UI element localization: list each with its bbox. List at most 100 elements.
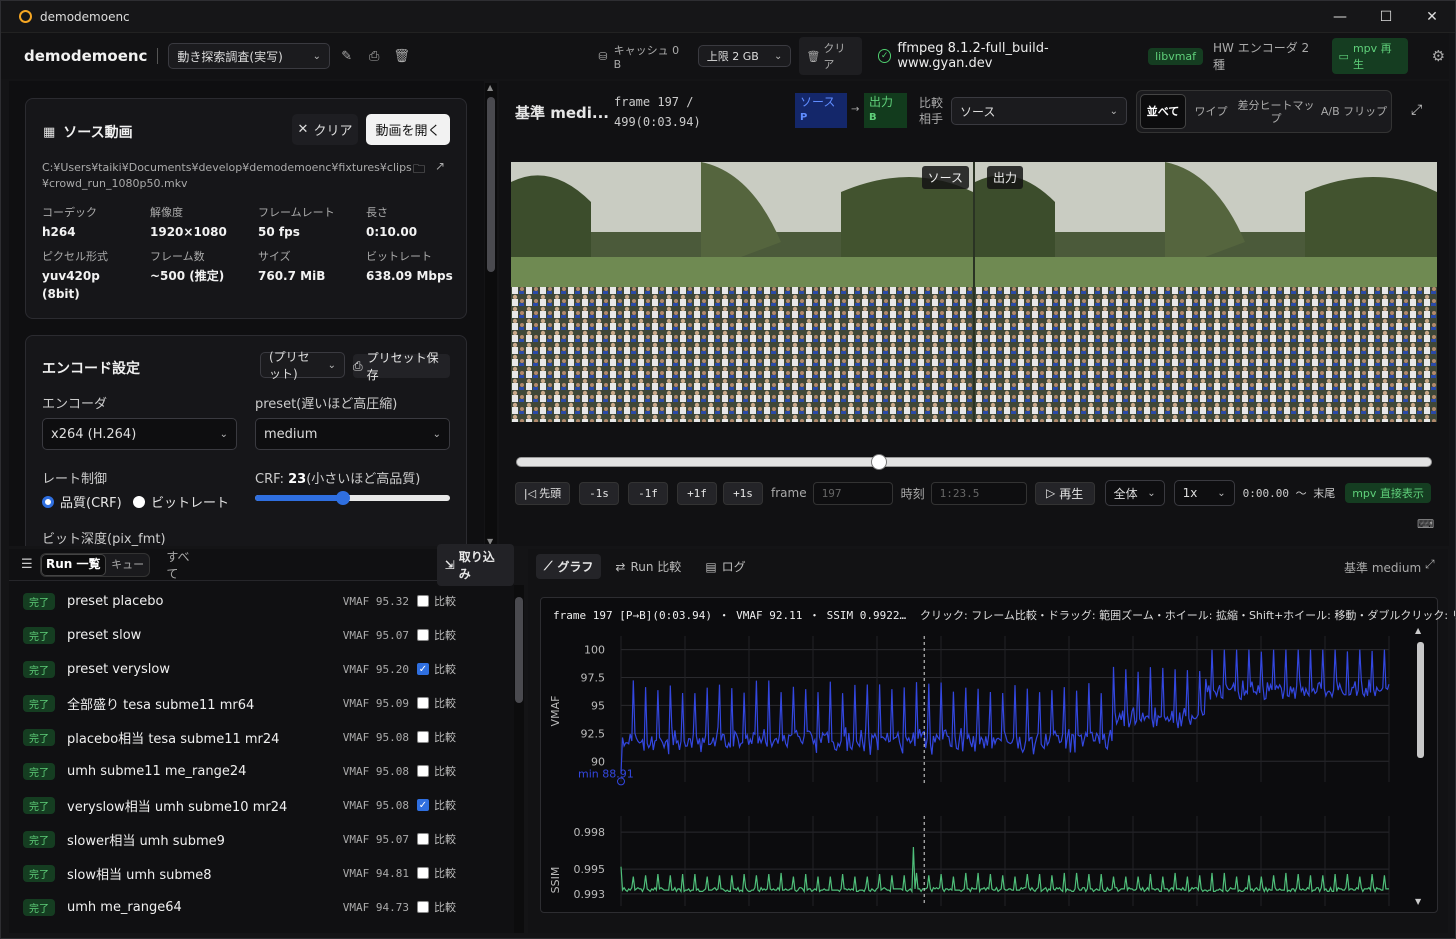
compare-checkbox[interactable] (417, 867, 429, 879)
filter-all[interactable]: すべて (166, 548, 200, 582)
cache-limit-select[interactable]: 上限 2 GB ⌄ (697, 45, 792, 67)
compare-checkbox[interactable] (417, 595, 429, 607)
crf-slider[interactable] (255, 491, 450, 505)
metrics-chart-card[interactable]: frame 197 [P→B](0:03.94) ・ VMAF 92.11 ・ … (540, 597, 1456, 914)
gear-icon[interactable]: ⚙ (1428, 45, 1449, 67)
mode-wipe[interactable]: ワイプ (1189, 91, 1233, 132)
fwd-1s-button[interactable]: +1s (723, 481, 763, 505)
crf-slider-thumb[interactable] (335, 491, 350, 505)
tab-run-compare[interactable]: ⇄ Run 比較 (615, 558, 681, 575)
mpv-play-button[interactable]: ▭ mpv 再生 (1331, 38, 1408, 74)
video-preview[interactable]: ソース 出力 (511, 162, 1437, 422)
mode-diff-heatmap[interactable]: 差分ヒートマップ (1233, 91, 1319, 132)
run-name: preset placebo (67, 593, 164, 609)
import-button[interactable]: ⇲ 取り込み (436, 543, 514, 586)
tab-queue[interactable]: キュー (106, 554, 149, 576)
export-icon[interactable]: ⎙ (363, 45, 384, 67)
close-button[interactable]: ✕ (1409, 1, 1455, 33)
compare-checkbox[interactable]: ✓ (417, 663, 429, 675)
compare-target-select[interactable]: ソース ⌄ (951, 97, 1127, 125)
source-field-label: フレームレート (258, 206, 335, 219)
run-row[interactable]: 完了 preset placebo VMAF 95.32 比較 (9, 584, 499, 618)
trash-icon[interactable]: 🗑 (391, 45, 412, 67)
project-select[interactable]: 動き探索調査(実写) ⌄ (168, 43, 330, 69)
run-row[interactable]: 完了 slower相当 umh subme9 VMAF 95.07 比較 (9, 822, 499, 856)
mode-side-by-side[interactable]: 並べて (1140, 94, 1186, 129)
tab-log[interactable]: ▤ ログ (705, 558, 745, 575)
pencil-icon[interactable]: ✎ (336, 45, 357, 67)
run-row[interactable]: 完了 preset veryslow VMAF 95.20 ✓ 比較 (9, 652, 499, 686)
compare-checkbox[interactable] (417, 901, 429, 913)
compare-checkbox[interactable] (417, 629, 429, 641)
run-row[interactable]: 完了 umh me_range64 VMAF 94.73 比較 (9, 890, 499, 924)
runs-scrollbar[interactable] (514, 585, 524, 933)
film-icon: ▦ (43, 124, 56, 140)
cache-clear-button[interactable]: 🗑 クリア (799, 37, 862, 75)
preset-select[interactable]: (プリセット) ⌄ (260, 350, 345, 381)
trash-icon: 🗑 (806, 49, 821, 63)
open-video-button[interactable]: 動画を開く (366, 114, 450, 145)
source-title: ソース動画 (63, 125, 133, 141)
compare-checkbox[interactable] (417, 731, 429, 743)
source-field: 解像度 1920×1080 (150, 204, 250, 241)
chevron-down-icon: ⌄ (773, 50, 783, 62)
compare-checkbox[interactable] (417, 765, 429, 777)
run-row[interactable]: 完了 preset slow VMAF 95.07 比較 (9, 618, 499, 652)
speed-select[interactable]: 1x ⌄ (1173, 480, 1235, 506)
keyboard-icon[interactable]: ⌨ (1417, 517, 1434, 531)
preset-save-button[interactable]: ⎙ プリセット保存 (353, 351, 450, 382)
run-row[interactable]: 完了 slow相当 umh subme8 VMAF 94.81 比較 (9, 856, 499, 890)
compare-checkbox[interactable] (417, 697, 429, 709)
back-1s-button[interactable]: -1s (579, 481, 619, 505)
rc-bitrate-radio[interactable]: ビットレート (133, 492, 229, 511)
mpv-direct-button[interactable]: mpv 直接表示 (1345, 483, 1431, 503)
compare-checkbox[interactable]: ✓ (417, 799, 429, 811)
encoder-value: x264 (H.264) (51, 426, 137, 442)
preset-level-select[interactable]: medium ⌄ (255, 418, 450, 450)
goto-start-button[interactable]: |◁ 先頭 (515, 481, 570, 505)
range-select[interactable]: 全体 ⌄ (1104, 480, 1165, 506)
source-clear-button[interactable]: ✕ クリア (292, 114, 358, 145)
minimize-button[interactable]: — (1317, 1, 1363, 33)
encoder-label: エンコーダ (42, 397, 108, 412)
maximize-button[interactable]: ☐ (1363, 1, 1409, 33)
source-field-label: ピクセル形式 (42, 250, 108, 263)
run-vmaf: VMAF 95.20 (342, 662, 409, 676)
play-button[interactable]: ▷ 再生 (1034, 481, 1095, 505)
encoder-select[interactable]: x264 (H.264) ⌄ (42, 418, 237, 450)
tab-run-list[interactable]: Run 一覧 (40, 553, 106, 576)
run-vmaf: VMAF 94.81 (342, 866, 409, 880)
run-name: slower相当 umh subme9 (67, 833, 225, 849)
compare-label: 比較 (434, 595, 456, 608)
run-row[interactable]: 完了 umh subme11 me_range24 VMAF 95.08 比較 (9, 754, 499, 788)
source-chip[interactable]: ソース P (795, 93, 847, 128)
run-row[interactable]: 完了 placebo相当 tesa subme11 mr24 VMAF 95.08 比… (9, 720, 499, 754)
expand-icon[interactable]: ⤢ (1425, 557, 1435, 572)
expand-icon[interactable]: ⤢ (1411, 102, 1422, 118)
source-field: ピクセル形式 yuv420p (8bit) (42, 248, 142, 303)
time-input[interactable]: 1:23.5 (930, 481, 1027, 505)
seek-bar[interactable] (516, 454, 1432, 470)
run-name: umh me_range64 (67, 899, 182, 915)
arrow-right-icon: → (851, 104, 860, 115)
filter-icon[interactable]: ☰ (21, 557, 33, 572)
seek-thumb[interactable] (870, 454, 887, 470)
status-badge: 完了 (23, 762, 55, 780)
external-link-icon[interactable]: ↗ (435, 159, 445, 173)
fwd-1f-button[interactable]: +1f (677, 481, 717, 505)
folder-icon[interactable]: 🗀 (413, 160, 425, 181)
run-row[interactable]: 完了 全部盛り tesa subme11 mr64 VMAF 95.09 比較 (9, 686, 499, 720)
run-row[interactable]: 完了 veryslow相当 umh subme10 mr24 VMAF 95.08 ✓… (9, 788, 499, 822)
source-field-value: 638.09 Mbps (366, 269, 453, 283)
tab-graph[interactable]: ⟋ グラフ (536, 554, 602, 579)
frame-input[interactable]: 197 (812, 481, 893, 505)
left-scrollbar[interactable]: ▲ ▼ (485, 83, 497, 546)
metrics-chart[interactable]: 100 97.5 95 92.5 90 VMAF min 88.91 0.998 0.995 0.… (541, 598, 1439, 914)
chart-scrollbar[interactable]: ▲ ▼ (1415, 626, 1425, 906)
mode-ab-flip[interactable]: A/B フリップ (1319, 91, 1389, 132)
source-field-label: ビットレート (366, 250, 432, 263)
output-chip[interactable]: 出力 B (864, 93, 907, 128)
rc-crf-radio[interactable]: 品質(CRF) (42, 492, 122, 511)
back-1f-button[interactable]: -1f (628, 481, 668, 505)
compare-checkbox[interactable] (417, 833, 429, 845)
